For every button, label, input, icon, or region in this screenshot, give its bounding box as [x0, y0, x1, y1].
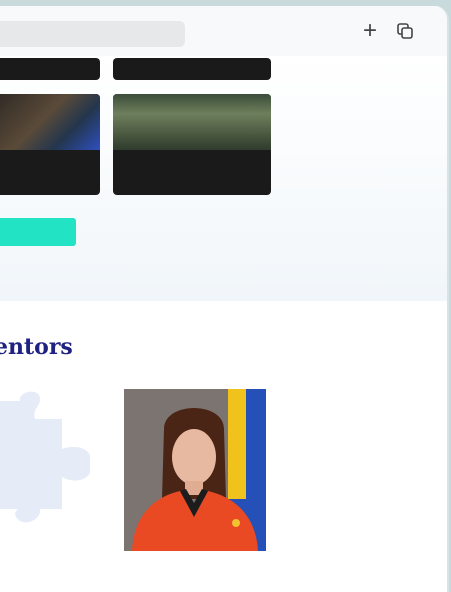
mentor-portrait [124, 389, 266, 551]
news-card[interactable] [113, 58, 271, 80]
browser-window: + entors [0, 6, 449, 592]
copy-tabs-icon[interactable] [394, 20, 416, 42]
copy-tabs-glyph [397, 23, 413, 39]
address-bar[interactable] [0, 21, 185, 47]
more-news-button[interactable] [0, 218, 76, 246]
browser-toolbar: + [0, 6, 447, 57]
news-card[interactable] [0, 94, 100, 195]
section-title: entors [0, 334, 73, 360]
mentor-photo [124, 389, 266, 551]
plus-icon[interactable]: + [359, 19, 381, 43]
news-card-image [113, 94, 271, 150]
news-card[interactable] [113, 94, 271, 195]
news-card-image [0, 94, 100, 150]
puzzle-placeholder-image [0, 391, 90, 523]
news-section [0, 56, 447, 301]
news-card[interactable] [0, 58, 100, 80]
